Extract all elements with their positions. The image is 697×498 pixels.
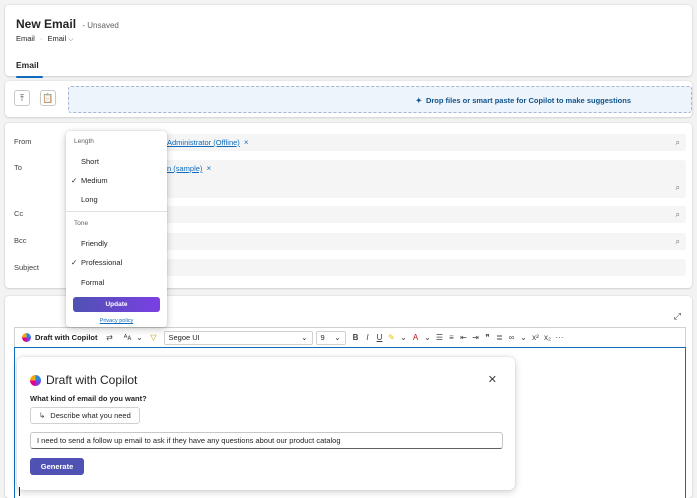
bcc-field[interactable]: ⌕ xyxy=(162,233,686,250)
font-family-select[interactable]: Segoe UI ⌄ xyxy=(163,330,313,345)
to-recipient-chip[interactable]: n (sample) × xyxy=(167,164,211,173)
update-button[interactable]: Update xyxy=(73,297,160,312)
menu-item-formal[interactable]: Formal xyxy=(81,278,104,287)
chevron-down-icon: ⌵ xyxy=(68,36,74,43)
decrease-indent-icon[interactable]: ⇤ xyxy=(458,333,470,342)
header-card: New Email - Unsaved Email · Email ⌵ Email xyxy=(5,5,692,78)
search-icon[interactable]: ⌕ xyxy=(676,237,680,247)
chevron-down-icon: ⌄ xyxy=(301,333,308,342)
chevron-down-icon[interactable]: ⌄ xyxy=(398,333,410,342)
subject-label: Subject xyxy=(14,263,40,272)
paste-button[interactable]: 📋 xyxy=(40,90,56,106)
adjust-draft-menu: Length Short ✓ Medium Long Tone Friendly… xyxy=(66,131,167,327)
rich-text-toolbar: Draft with Copilot ⇄ ᴬᴀ ⌄ ▽ Segoe UI ⌄ 9 ⌄… xyxy=(14,327,686,347)
length-group-label: Length xyxy=(74,138,94,145)
from-label: From xyxy=(14,137,32,146)
breadcrumb-entity: Email xyxy=(16,34,35,43)
menu-item-friendly[interactable]: Friendly xyxy=(81,239,108,248)
breadcrumb: Email · Email ⌵ xyxy=(16,34,74,44)
menu-item-long[interactable]: Long xyxy=(81,195,98,204)
draft-with-copilot-button[interactable]: Draft with Copilot xyxy=(22,333,98,342)
check-icon: ✓ xyxy=(71,176,78,185)
numbered-list-icon[interactable]: ≡ xyxy=(446,333,458,342)
tone-group-label: Tone xyxy=(74,220,89,227)
remove-icon[interactable]: × xyxy=(206,164,211,173)
smart-paste-drop-zone[interactable]: ✦ Drop files or smart paste for Copilot t… xyxy=(68,86,692,113)
prompt-input[interactable]: I need to send a follow up email to ask … xyxy=(30,432,503,449)
menu-item-professional[interactable]: Professional xyxy=(81,258,122,267)
font-size-select[interactable]: 9 ⌄ xyxy=(315,330,346,345)
page-title-text: New Email xyxy=(16,17,77,31)
copilot-icon xyxy=(30,374,41,386)
form-selector[interactable]: Email ⌵ xyxy=(47,34,73,43)
menu-divider xyxy=(66,211,167,212)
font-color-icon[interactable]: A xyxy=(410,333,422,342)
more-options-icon[interactable]: ··· xyxy=(554,333,566,342)
align-icon[interactable]: ≣ xyxy=(494,333,506,342)
tab-selected-indicator xyxy=(16,76,43,78)
drop-zone-text: ✦ Drop files or smart paste for Copilot t… xyxy=(415,96,631,105)
chevron-down-icon: ⌄ xyxy=(334,333,341,342)
subject-field[interactable] xyxy=(162,259,686,276)
highlight-icon[interactable]: ✎ xyxy=(386,333,398,342)
check-icon: ✓ xyxy=(71,258,78,267)
bullet-list-icon[interactable]: ☰ xyxy=(434,333,446,342)
search-icon[interactable]: ⌕ xyxy=(676,183,680,193)
page-title: New Email - Unsaved xyxy=(16,17,119,31)
adjust-draft-icon[interactable]: ⇄ xyxy=(104,333,116,342)
from-recipient-chip[interactable]: Administrator (Offline) × xyxy=(167,138,248,147)
superscript-icon[interactable]: x² xyxy=(530,333,542,342)
return-arrow-icon: ↳ xyxy=(39,411,46,420)
font-style-icon[interactable]: ᴬᴀ xyxy=(122,333,134,342)
chevron-down-icon[interactable]: ⌄ xyxy=(134,333,146,342)
copilot-icon xyxy=(22,333,31,342)
text-cursor xyxy=(19,487,20,496)
save-status: - Unsaved xyxy=(82,21,119,30)
menu-item-short[interactable]: Short xyxy=(81,157,99,166)
remove-icon[interactable]: × xyxy=(244,138,249,147)
clear-format-icon[interactable]: ▽ xyxy=(148,333,160,342)
breadcrumb-separator: · xyxy=(39,34,43,43)
tab-email[interactable]: Email xyxy=(16,60,39,70)
describe-button[interactable]: ↳ Describe what you need xyxy=(30,407,140,424)
draft-panel-title: Draft with Copilot xyxy=(30,373,137,387)
menu-item-medium[interactable]: Medium xyxy=(81,176,108,185)
to-label: To xyxy=(14,163,22,172)
bcc-label: Bcc xyxy=(14,236,27,245)
cc-label: Cc xyxy=(14,209,24,218)
clipboard-icon: 📋 xyxy=(42,92,54,103)
generate-button[interactable]: Generate xyxy=(30,458,84,475)
sparkle-icon: ✦ xyxy=(415,96,422,105)
privacy-policy-link[interactable]: Privacy policy xyxy=(66,318,167,324)
draft-with-copilot-panel: Draft with Copilot ✕ What kind of email … xyxy=(17,357,515,490)
expand-icon[interactable]: ⤢ xyxy=(674,311,681,322)
quote-icon[interactable]: ❞ xyxy=(482,333,494,342)
link-icon[interactable]: ∞ xyxy=(506,333,518,342)
from-field[interactable]: Administrator (Offline) × ⌕ xyxy=(162,134,686,151)
email-kind-question: What kind of email do you want? xyxy=(30,394,147,403)
upload-button[interactable]: ⤒ xyxy=(14,90,30,106)
chevron-down-icon[interactable]: ⌄ xyxy=(422,333,434,342)
search-icon[interactable]: ⌕ xyxy=(676,138,680,148)
cc-field[interactable]: ⌕ xyxy=(162,206,686,223)
upload-icon: ⤒ xyxy=(20,92,24,103)
to-field[interactable]: n (sample) × ⌕ xyxy=(162,160,686,198)
bold-icon[interactable]: B xyxy=(350,333,362,342)
close-icon[interactable]: ✕ xyxy=(488,373,497,386)
chevron-down-icon[interactable]: ⌄ xyxy=(518,333,530,342)
italic-icon[interactable]: I xyxy=(362,333,374,342)
search-icon[interactable]: ⌕ xyxy=(676,210,680,220)
underline-icon[interactable]: U xyxy=(374,333,386,342)
subscript-icon[interactable]: x₂ xyxy=(542,333,554,342)
attachment-toolbar: ⤒ 📋 ✦ Drop files or smart paste for Copil… xyxy=(5,81,692,117)
increase-indent-icon[interactable]: ⇥ xyxy=(470,333,482,342)
